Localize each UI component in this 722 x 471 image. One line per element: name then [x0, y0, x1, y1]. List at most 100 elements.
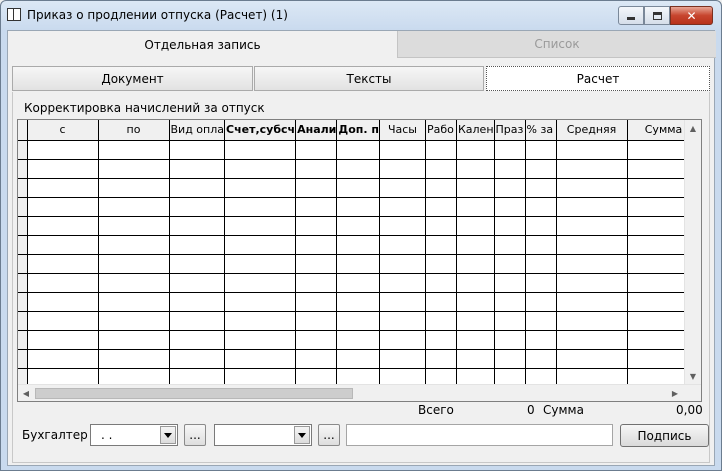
accountant-dropdown-button[interactable]: [160, 426, 176, 444]
table-cell[interactable]: [295, 291, 338, 312]
table-cell[interactable]: [424, 272, 457, 293]
accountant-lookup-button[interactable]: ...: [184, 424, 206, 446]
table-cell[interactable]: [524, 310, 557, 331]
table-cell[interactable]: [336, 234, 380, 255]
table-cell[interactable]: [555, 310, 628, 331]
table-cell[interactable]: [26, 196, 99, 217]
table-cell[interactable]: [378, 139, 426, 160]
table-cell[interactable]: [378, 234, 426, 255]
table-cell[interactable]: [97, 291, 170, 312]
table-cell[interactable]: [223, 253, 297, 274]
table-cell[interactable]: [97, 158, 170, 179]
table-cell[interactable]: [97, 215, 170, 236]
table-cell[interactable]: [26, 253, 99, 274]
table-cell[interactable]: [455, 158, 495, 179]
row-header[interactable]: [18, 234, 28, 255]
table-cell[interactable]: [223, 215, 297, 236]
table-cell[interactable]: [295, 234, 338, 255]
table-cell[interactable]: [524, 291, 557, 312]
second-combo[interactable]: [214, 424, 312, 446]
table-cell[interactable]: [424, 348, 457, 369]
table-cell[interactable]: [97, 348, 170, 369]
table-cell[interactable]: [336, 177, 380, 198]
table-cell[interactable]: [26, 272, 99, 293]
table-cell[interactable]: [168, 348, 225, 369]
table-cell[interactable]: [168, 234, 225, 255]
table-cell[interactable]: [295, 177, 338, 198]
table-cell[interactable]: [455, 291, 495, 312]
horizontal-scroll-thumb[interactable]: [35, 388, 353, 399]
column-header-additional[interactable]: Доп. п: [336, 120, 380, 141]
table-cell[interactable]: [295, 158, 338, 179]
table-cell[interactable]: [524, 348, 557, 369]
table-cell[interactable]: [378, 272, 426, 293]
table-cell[interactable]: [336, 272, 380, 293]
table-cell[interactable]: [336, 310, 380, 331]
table-cell[interactable]: [223, 329, 297, 350]
row-header[interactable]: [18, 310, 28, 331]
text-field[interactable]: [346, 424, 613, 446]
table-row[interactable]: [18, 329, 701, 350]
horizontal-scrollbar[interactable]: ◀ ▶: [18, 384, 701, 401]
table-cell[interactable]: [336, 196, 380, 217]
table-cell[interactable]: [97, 177, 170, 198]
row-header[interactable]: [18, 177, 28, 198]
table-cell[interactable]: [295, 272, 338, 293]
table-cell[interactable]: [378, 196, 426, 217]
table-row[interactable]: [18, 272, 701, 293]
table-cell[interactable]: [223, 348, 297, 369]
table-cell[interactable]: [524, 329, 557, 350]
table-row[interactable]: [18, 348, 701, 369]
table-cell[interactable]: [168, 272, 225, 293]
table-cell[interactable]: [295, 348, 338, 369]
table-cell[interactable]: [524, 253, 557, 274]
column-header-work-days[interactable]: Рабо: [424, 120, 457, 141]
table-cell[interactable]: [168, 158, 225, 179]
vertical-scrollbar[interactable]: ▲ ▼: [684, 120, 701, 401]
table-cell[interactable]: [26, 291, 99, 312]
table-cell[interactable]: [493, 329, 526, 350]
minimize-button[interactable]: [618, 6, 644, 25]
table-cell[interactable]: [168, 291, 225, 312]
maximize-button[interactable]: [644, 6, 670, 25]
table-cell[interactable]: [555, 139, 628, 160]
table-row[interactable]: [18, 253, 701, 274]
table-cell[interactable]: [493, 215, 526, 236]
table-cell[interactable]: [424, 291, 457, 312]
table-cell[interactable]: [493, 291, 526, 312]
table-cell[interactable]: [97, 234, 170, 255]
table-cell[interactable]: [555, 158, 628, 179]
table-cell[interactable]: [223, 158, 297, 179]
row-header[interactable]: [18, 348, 28, 369]
scroll-left-icon[interactable]: ◀: [18, 385, 34, 401]
table-row[interactable]: [18, 158, 701, 179]
table-cell[interactable]: [493, 310, 526, 331]
table-row[interactable]: [18, 196, 701, 217]
table-cell[interactable]: [493, 253, 526, 274]
second-dropdown-button[interactable]: [294, 426, 310, 444]
table-cell[interactable]: [524, 196, 557, 217]
column-header-account[interactable]: Счет,субсч: [223, 120, 297, 141]
table-cell[interactable]: [26, 158, 99, 179]
table-cell[interactable]: [424, 253, 457, 274]
scroll-right-icon[interactable]: ▶: [667, 385, 683, 401]
table-cell[interactable]: [295, 329, 338, 350]
table-cell[interactable]: [223, 272, 297, 293]
table-cell[interactable]: [223, 196, 297, 217]
table-cell[interactable]: [424, 139, 457, 160]
table-cell[interactable]: [555, 291, 628, 312]
table-cell[interactable]: [223, 139, 297, 160]
table-cell[interactable]: [493, 158, 526, 179]
table-cell[interactable]: [424, 310, 457, 331]
table-cell[interactable]: [378, 348, 426, 369]
table-cell[interactable]: [493, 196, 526, 217]
table-cell[interactable]: [555, 196, 628, 217]
table-cell[interactable]: [168, 215, 225, 236]
scroll-up-icon[interactable]: ▲: [685, 120, 701, 136]
table-row[interactable]: [18, 177, 701, 198]
second-lookup-button[interactable]: ...: [318, 424, 340, 446]
table-cell[interactable]: [424, 329, 457, 350]
table-cell[interactable]: [223, 177, 297, 198]
table-cell[interactable]: [223, 234, 297, 255]
table-cell[interactable]: [493, 139, 526, 160]
